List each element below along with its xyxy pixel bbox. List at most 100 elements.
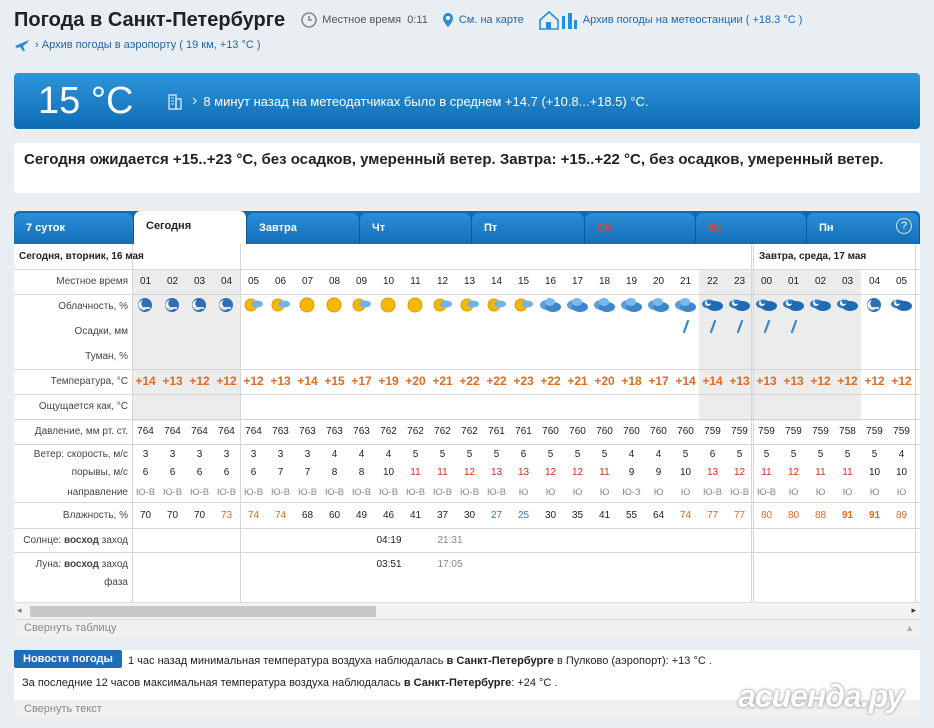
sun-cloud-icon xyxy=(487,298,506,312)
label-moon-phase: фаза xyxy=(104,577,128,588)
hour-cell: 03 xyxy=(193,276,206,287)
station-archive-link[interactable]: Архив погоды на метеостанции ( +18.3 °C … xyxy=(538,10,802,30)
gust-cell: 12 xyxy=(463,467,476,478)
label-moon-rise: восход xyxy=(63,559,102,570)
row-divider xyxy=(14,419,920,420)
direction-cell: Ю-В xyxy=(270,487,291,498)
pressure-cell: 763 xyxy=(326,426,343,437)
tab-friday[interactable]: Пт xyxy=(472,213,585,244)
map-pin-icon xyxy=(442,13,453,27)
collapse-up-icon[interactable]: ▲ xyxy=(905,623,914,633)
gust-cell: 12 xyxy=(571,467,584,478)
label-precip: Осадки, мм xyxy=(74,326,128,337)
humidity-cell: 35 xyxy=(571,510,584,521)
airport-archive-label[interactable]: Архив погоды в аэропорту xyxy=(42,39,176,51)
temp-cell: +12 xyxy=(810,374,831,388)
temp-cell: +23 xyxy=(513,374,534,388)
gust-cell: 10 xyxy=(868,467,881,478)
direction-cell: Ю xyxy=(896,487,907,498)
moonset-time: 17:05 xyxy=(437,559,463,570)
direction-cell: Ю xyxy=(599,487,610,498)
temp-cell: +18 xyxy=(621,374,642,388)
direction-cell: Ю-В xyxy=(135,487,156,498)
direction-cell: Ю-В xyxy=(702,487,723,498)
label-sun-set: заход xyxy=(101,535,128,546)
label-moon-set: заход xyxy=(101,559,128,570)
wind-cell: 6 xyxy=(520,449,527,460)
gust-cell: 11 xyxy=(815,467,826,478)
direction-cell: Ю-В xyxy=(297,487,318,498)
humidity-cell: 88 xyxy=(814,510,827,521)
label-humidity: Влажность, % xyxy=(62,510,128,521)
pressure-cell: 759 xyxy=(785,426,802,437)
tab-7-days[interactable]: 7 суток xyxy=(14,213,134,244)
collapse-table-label[interactable]: Свернуть таблицу xyxy=(24,622,117,634)
tab-tomorrow[interactable]: Завтра xyxy=(247,213,360,244)
forecast-table: Сегодня, вторник, 16 мая Завтра, среда, … xyxy=(14,244,920,602)
raindrop-icon xyxy=(682,320,690,334)
sun-cloud-icon xyxy=(460,298,479,312)
hour-cell: 06 xyxy=(274,276,287,287)
night-icon xyxy=(165,298,179,312)
chevron-right-icon: › xyxy=(192,92,198,109)
sunset-time: 21:31 xyxy=(437,535,463,546)
tab-sunday[interactable]: Вс xyxy=(696,213,807,244)
sun-cloud-icon xyxy=(352,298,371,312)
news-1-city: в Санкт-Петербурге xyxy=(446,655,554,667)
direction-cell: Ю xyxy=(518,487,529,498)
help-icon[interactable]: ? xyxy=(896,218,912,234)
hour-cell: 22 xyxy=(706,276,719,287)
temp-cell: +15 xyxy=(324,374,345,388)
tab-today[interactable]: Сегодня xyxy=(134,211,247,244)
pressure-cell: 759 xyxy=(866,426,883,437)
gust-cell: 12 xyxy=(733,467,746,478)
label-gusts: порывы, м/с xyxy=(71,467,128,478)
scroll-left-icon[interactable]: ◂ xyxy=(17,605,22,616)
pressure-cell: 760 xyxy=(623,426,640,437)
humidity-cell: 25 xyxy=(517,510,530,521)
wind-cell: 5 xyxy=(817,449,824,460)
gust-cell: 11 xyxy=(842,467,853,478)
collapse-table-button[interactable]: Свернуть таблицу ▲ xyxy=(14,619,920,637)
scroll-right-icon[interactable]: ▸ xyxy=(911,605,916,616)
scroll-thumb[interactable] xyxy=(30,606,376,617)
wind-cell: 4 xyxy=(358,449,365,460)
direction-cell: Ю-З xyxy=(622,487,641,498)
raindrop-icon xyxy=(736,320,744,334)
map-link-label[interactable]: См. на карте xyxy=(459,14,524,26)
wind-cell: 5 xyxy=(790,449,797,460)
label-wind-speed: Ветер: скорость, м/с xyxy=(33,449,128,460)
pressure-cell: 762 xyxy=(461,426,478,437)
pressure-cell: 761 xyxy=(515,426,532,437)
wind-cell: 6 xyxy=(709,449,716,460)
night-icon xyxy=(867,298,881,312)
horizontal-scrollbar[interactable]: ◂ ▸ xyxy=(14,602,920,619)
label-moon: Луна: восход заход xyxy=(14,559,128,570)
sensor-message: 8 минут назад на метеодатчиках было в ср… xyxy=(203,93,649,109)
moonrise-time: 03:51 xyxy=(376,559,402,570)
label-clouds: Облачность, % xyxy=(58,301,128,312)
pressure-cell: 759 xyxy=(704,426,721,437)
hour-cell: 23 xyxy=(733,276,746,287)
humidity-cell: 89 xyxy=(895,510,908,521)
wind-cell: 5 xyxy=(871,449,878,460)
airport-archive-link[interactable]: › Архив погоды в аэропорту xyxy=(35,39,176,51)
tab-saturday[interactable]: Сб xyxy=(585,213,696,244)
humidity-cell: 70 xyxy=(166,510,179,521)
sun-cloud-icon xyxy=(433,298,452,312)
map-link[interactable]: См. на карте xyxy=(442,12,524,28)
label-pressure: Давление, мм рт. ст. xyxy=(34,426,128,437)
wind-cell: 3 xyxy=(277,449,284,460)
news-2-city: в Санкт-Петербурге xyxy=(403,677,512,689)
hour-cell: 19 xyxy=(625,276,638,287)
temp-cell: +14 xyxy=(297,374,318,388)
news-item-1: 1 час назад минимальная температура возд… xyxy=(128,655,712,667)
cloudy-night-icon xyxy=(729,299,750,311)
pressure-cell: 762 xyxy=(380,426,397,437)
gust-cell: 6 xyxy=(223,467,230,478)
wind-cell: 5 xyxy=(412,449,419,460)
tab-thursday[interactable]: Чт xyxy=(360,213,472,244)
night-icon xyxy=(138,298,152,312)
sun-icon xyxy=(380,297,396,313)
station-archive-label[interactable]: Архив погоды на метеостанции xyxy=(583,14,743,26)
